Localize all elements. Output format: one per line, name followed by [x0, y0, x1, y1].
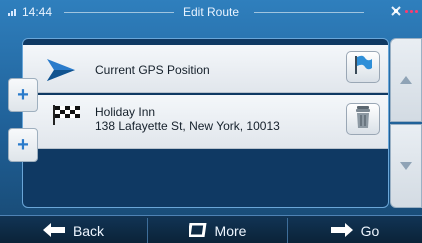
more-label: More: [214, 223, 247, 239]
status-dot-icon: [415, 9, 418, 13]
start-arrow-icon: [45, 57, 77, 83]
delete-route-point-button[interactable]: [346, 103, 380, 135]
checkered-flag-icon: [53, 105, 83, 125]
route-point-address: 138 Lafayette St, New York, 10013: [95, 119, 280, 133]
back-button[interactable]: Back: [0, 218, 148, 243]
trash-icon: [354, 105, 372, 134]
chevron-up-icon: [400, 71, 412, 89]
route-list: Current GPS Position Holiday Inn 138 Laf…: [22, 38, 389, 208]
route-point-start[interactable]: Current GPS Position: [23, 45, 388, 93]
add-waypoint-button[interactable]: +: [8, 78, 38, 112]
scrollbar: [390, 38, 422, 208]
flag-icon: [352, 54, 374, 81]
route-point-name: Holiday Inn: [95, 105, 156, 119]
more-button[interactable]: More: [148, 218, 288, 243]
back-label: Back: [72, 223, 105, 239]
status-dot-icon: [405, 9, 408, 13]
status-bar: 14:44 Edit Route: [0, 0, 422, 24]
route-point-label: Current GPS Position: [95, 63, 210, 77]
status-icons: [389, 4, 418, 18]
satellite-icon: [389, 4, 403, 18]
route-point-destination[interactable]: Holiday Inn 138 Lafayette St, New York, …: [23, 95, 388, 149]
scroll-down-button[interactable]: [390, 124, 422, 208]
add-waypoint-button[interactable]: +: [8, 128, 38, 162]
go-button[interactable]: Go: [288, 218, 422, 243]
bottom-toolbar: Back More Go: [0, 215, 422, 243]
go-label: Go: [360, 223, 380, 239]
edit-route-screen: 14:44 Edit Route Current GPS Position Ho…: [0, 0, 422, 243]
status-dot-icon: [410, 9, 413, 13]
scroll-up-button[interactable]: [390, 38, 422, 122]
set-start-flag-button[interactable]: [346, 51, 380, 83]
arrow-right-icon: [330, 222, 353, 240]
chevron-down-icon: [400, 157, 412, 175]
arrow-left-icon: [42, 222, 65, 240]
title-divider-right: [254, 12, 364, 13]
more-icon: [187, 222, 207, 240]
